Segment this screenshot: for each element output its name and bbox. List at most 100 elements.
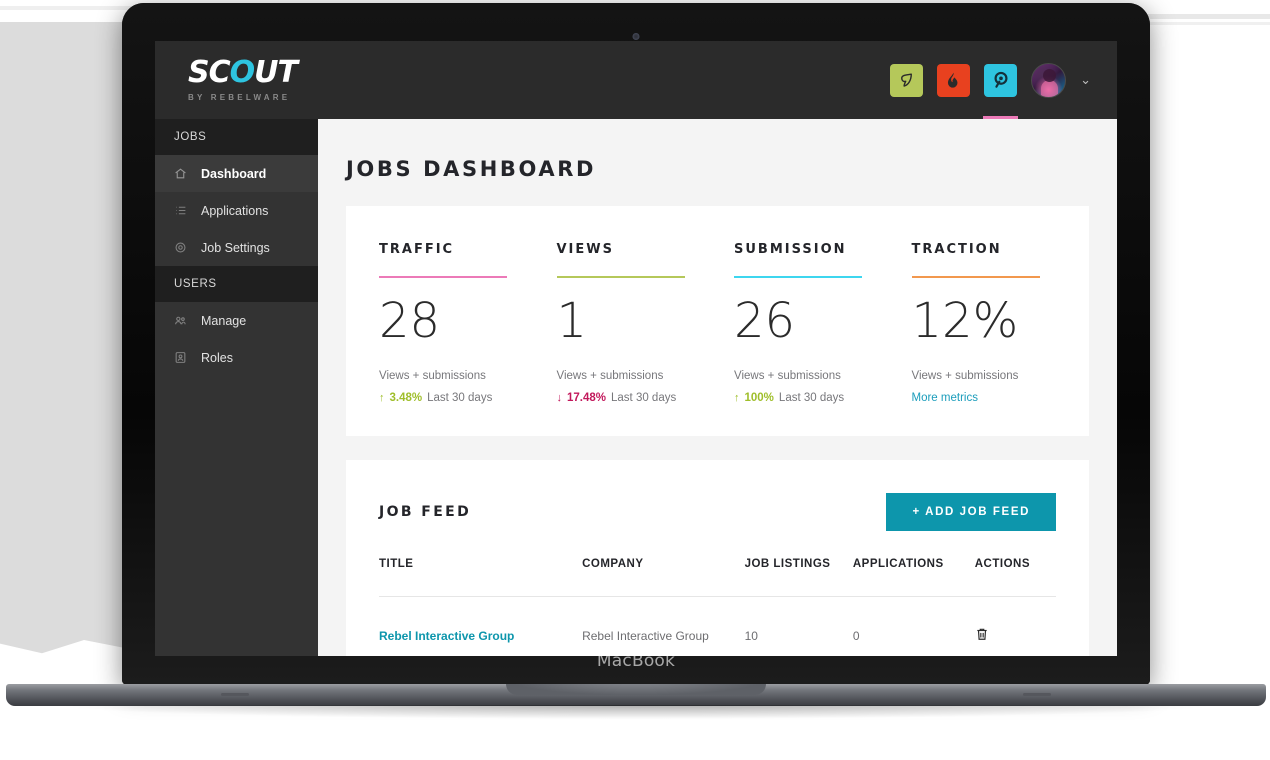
arrow-up-icon: ↑ — [734, 392, 740, 404]
sidebar-item-label: Roles — [201, 350, 233, 365]
column-title: TITLE — [379, 558, 583, 597]
gear-icon — [174, 241, 187, 254]
job-feed-table: TITLE COMPANY JOB LISTINGS APPLICATIONS … — [379, 558, 1056, 645]
cell-company: Rebel Interactive Group — [582, 628, 709, 643]
cell-applications: 0 — [852, 628, 860, 643]
logo-prefix: SC — [188, 55, 231, 90]
column-company: COMPANY — [582, 558, 745, 597]
webcam-icon — [632, 33, 640, 40]
brand-logo-text: SCOUT — [188, 55, 298, 90]
laptop-lid: MacBook SCOUT BY REBELWARE ⌄ JOBS Dashbo… — [122, 3, 1150, 685]
metric-value: 26 — [734, 293, 796, 349]
laptop-base — [6, 684, 1266, 719]
metric-label: TRAFFIC — [379, 242, 455, 257]
main-content: JOBS DASHBOARD TRAFFIC 28 Views + submis… — [318, 119, 1117, 656]
sidebar-group-jobs: JOBS — [155, 119, 318, 155]
logo-suffix: UT — [254, 55, 298, 90]
metric-views: VIEWS 1 Views + submissions ↓ 17.48% Las… — [556, 242, 735, 436]
flame-glyph — [948, 72, 958, 88]
metric-rule — [556, 276, 685, 278]
sidebar-item-label: Job Settings — [201, 240, 270, 255]
job-feed-card: JOB FEED + ADD JOB FEED TITLE COMPANY JO… — [346, 460, 1089, 656]
metric-label: TRACTION — [911, 242, 1002, 257]
table-body: Rebel Interactive Group Rebel Interactiv… — [379, 597, 1056, 646]
arrow-down-icon: ↓ — [556, 392, 563, 404]
sidebar-item-label: Applications — [201, 203, 269, 218]
metric-submission: SUBMISSION 26 Views + submissions ↑ 100%… — [734, 242, 912, 436]
chevron-down-icon[interactable]: ⌄ — [1080, 72, 1091, 88]
metric-label: VIEWS — [556, 242, 614, 257]
list-icon — [174, 204, 187, 217]
table-header: TITLE COMPANY JOB LISTINGS APPLICATIONS … — [379, 558, 1056, 597]
metric-subtitle: Views + submissions — [734, 370, 841, 382]
scout-glyph — [994, 71, 1008, 88]
table-row: Rebel Interactive Group Rebel Interactiv… — [379, 597, 1056, 646]
column-job-listings: JOB LISTINGS — [744, 558, 853, 597]
screen: SCOUT BY REBELWARE ⌄ JOBS Dashboard Appl… — [155, 41, 1117, 656]
metric-period: Last 30 days — [611, 392, 677, 404]
job-feed-title: JOB FEED — [379, 504, 472, 520]
job-feed-header: JOB FEED + ADD JOB FEED — [379, 493, 1056, 531]
metric-label: SUBMISSION — [734, 242, 847, 257]
app-topbar: SCOUT BY REBELWARE ⌄ — [155, 41, 1117, 120]
home-icon — [174, 167, 187, 180]
arrow-up-icon: ↑ — [379, 392, 385, 404]
sidebar: JOBS Dashboard Applications Job Settings… — [155, 119, 318, 656]
sidebar-item-label: Dashboard — [201, 166, 267, 181]
metric-subtitle: Views + submissions — [556, 370, 664, 382]
cell-job-listings: 10 — [744, 628, 758, 643]
sidebar-group-users: USERS — [155, 266, 318, 302]
metric-value: 28 — [379, 293, 441, 349]
sidebar-item-applications[interactable]: Applications — [155, 192, 318, 229]
brand-logo[interactable]: SCOUT BY REBELWARE — [188, 55, 298, 103]
column-applications: APPLICATIONS — [852, 558, 975, 597]
sidebar-item-manage[interactable]: Manage — [155, 302, 318, 339]
sidebar-item-label: Manage — [201, 313, 247, 328]
leaf-app-icon[interactable] — [890, 63, 924, 97]
leaf-glyph — [901, 72, 913, 87]
laptop-foot-right — [1023, 693, 1051, 696]
flame-app-icon[interactable] — [937, 63, 971, 97]
laptop-base-slab — [6, 684, 1266, 706]
laptop-foot-left — [221, 693, 249, 696]
badge-icon — [174, 351, 187, 364]
avatar[interactable] — [1031, 62, 1067, 98]
table-header-row: TITLE COMPANY JOB LISTINGS APPLICATIONS … — [379, 558, 1056, 597]
topbar-actions: ⌄ — [890, 62, 1091, 120]
metric-period: Last 30 days — [427, 392, 493, 404]
metric-rule — [379, 276, 507, 278]
metric-delta: ↑ 100% Last 30 days — [734, 392, 912, 404]
sidebar-item-job-settings[interactable]: Job Settings — [155, 229, 318, 266]
logo-mark: O — [229, 55, 255, 90]
metric-rule — [734, 276, 862, 278]
laptop-base-shadow — [66, 705, 1206, 719]
metric-period: Last 30 days — [778, 392, 845, 404]
column-actions: ACTIONS — [974, 558, 1056, 597]
page-title: JOBS DASHBOARD — [346, 157, 597, 181]
metric-value: 12% — [911, 293, 1019, 349]
add-job-feed-button[interactable]: + ADD JOB FEED — [886, 493, 1056, 531]
metric-value: 1 — [556, 293, 588, 349]
metric-traffic: TRAFFIC 28 Views + submissions ↑ 3.48% L… — [379, 242, 557, 436]
scout-app-icon[interactable] — [983, 63, 1019, 120]
metric-subtitle: Views + submissions — [379, 370, 486, 382]
metric-delta-value: 100% — [744, 392, 774, 404]
cell-actions — [975, 597, 1056, 646]
laptop-mockup: MacBook SCOUT BY REBELWARE ⌄ JOBS Dashbo… — [6, 3, 1266, 719]
job-feed-title-link[interactable]: Rebel Interactive Group — [379, 629, 514, 643]
metric-traction: TRACTION 12% Views + submissions More me… — [911, 242, 1090, 436]
sidebar-item-roles[interactable]: Roles — [155, 339, 318, 376]
metric-subtitle: Views + submissions — [911, 370, 1019, 382]
cell-title: Rebel Interactive Group — [379, 597, 582, 646]
metric-delta-value: 3.48% — [389, 392, 423, 404]
sidebar-item-dashboard[interactable]: Dashboard — [155, 155, 318, 192]
metric-delta: ↓ 17.48% Last 30 days — [557, 392, 735, 404]
laptop-base-notch — [506, 684, 766, 695]
metric-delta-value: 17.48% — [567, 392, 607, 404]
metrics-card: TRAFFIC 28 Views + submissions ↑ 3.48% L… — [346, 206, 1089, 436]
trash-icon[interactable] — [975, 626, 989, 645]
brand-tagline: BY REBELWARE — [188, 93, 291, 102]
metric-delta: ↑ 3.48% Last 30 days — [379, 392, 557, 404]
more-metrics-link[interactable]: More metrics — [912, 392, 1090, 404]
people-icon — [174, 314, 187, 327]
